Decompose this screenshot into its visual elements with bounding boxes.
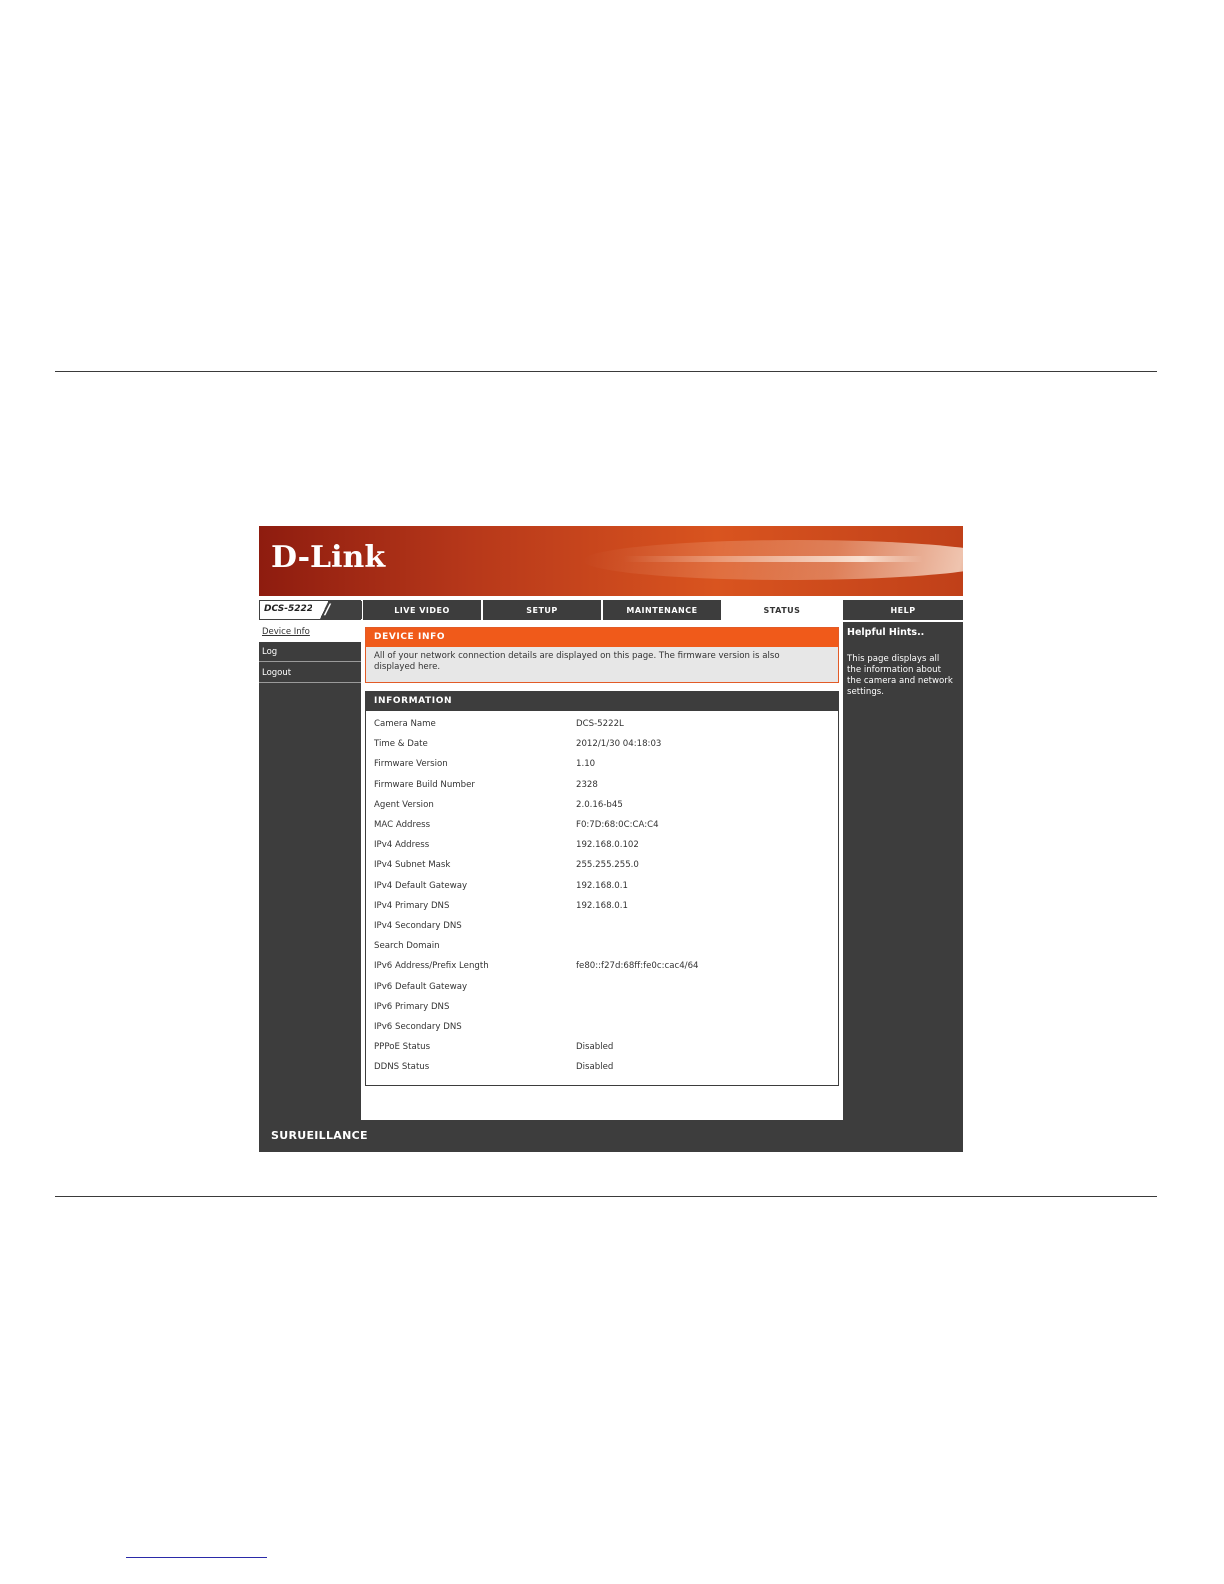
table-row: Firmware Build Number 2328 bbox=[366, 780, 838, 794]
sidebar-item-device-info[interactable]: Device Info bbox=[259, 622, 361, 642]
model-badge-slashes: // bbox=[312, 601, 362, 619]
table-row: Agent Version 2.0.16-b45 bbox=[366, 800, 838, 814]
table-row: DDNS Status Disabled bbox=[366, 1062, 838, 1076]
device-info-title: DEVICE INFO bbox=[366, 628, 838, 647]
info-label: IPv6 Default Gateway bbox=[374, 981, 468, 992]
table-row: Time & Date 2012/1/30 04:18:03 bbox=[366, 739, 838, 753]
tab-maintenance[interactable]: MAINTENANCE bbox=[603, 600, 721, 620]
info-value: 192.168.0.102 bbox=[576, 840, 639, 851]
info-label: Firmware Version bbox=[374, 759, 448, 770]
table-row: IPv4 Address 192.168.0.102 bbox=[366, 840, 838, 854]
header-banner: D-Link bbox=[259, 526, 963, 596]
dlink-logo: D-Link bbox=[271, 540, 386, 575]
main-content: DEVICE INFO All of your network connecti… bbox=[363, 622, 841, 1120]
info-value: Disabled bbox=[576, 1042, 614, 1053]
info-label: PPPoE Status bbox=[374, 1042, 431, 1053]
table-row: Search Domain bbox=[366, 941, 838, 955]
information-panel: INFORMATION Camera Name DCS-5222L Time & D… bbox=[365, 691, 839, 1086]
info-value: 2012/1/30 04:18:03 bbox=[576, 739, 662, 750]
model-badge: DCS-5222L // bbox=[259, 600, 362, 620]
tab-help[interactable]: HELP bbox=[843, 600, 963, 620]
table-row: Firmware Version 1.10 bbox=[366, 759, 838, 773]
info-label: IPv6 Primary DNS bbox=[374, 1001, 450, 1012]
info-value: fe80::f27d:68ff:fe0c:cac4/64 bbox=[576, 961, 699, 972]
table-row: IPv4 Primary DNS 192.168.0.1 bbox=[366, 901, 838, 915]
info-label: IPv6 Address/Prefix Length bbox=[374, 961, 489, 972]
info-label: IPv4 Subnet Mask bbox=[374, 860, 451, 871]
info-value: 2.0.16-b45 bbox=[576, 799, 623, 810]
device-info-panel: DEVICE INFO All of your network connecti… bbox=[365, 627, 839, 683]
info-label: IPv4 Default Gateway bbox=[374, 880, 468, 891]
camera-web-ui-screenshot: D-Link DCS-5222L // LIVE VIDEO SETUP MAI… bbox=[259, 526, 963, 1152]
sidebar-item-log[interactable]: Log bbox=[259, 642, 361, 662]
info-label: Agent Version bbox=[374, 799, 434, 810]
table-row: PPPoE Status Disabled bbox=[366, 1042, 838, 1056]
table-row: IPv6 Address/Prefix Length fe80::f27d:68f… bbox=[366, 961, 838, 975]
banner-swoosh-line bbox=[623, 556, 923, 562]
bottom-divider bbox=[55, 1196, 1157, 1197]
table-row: Camera Name DCS-5222L bbox=[366, 719, 838, 733]
table-row: IPv6 Default Gateway bbox=[366, 982, 838, 996]
tab-setup[interactable]: SETUP bbox=[483, 600, 601, 620]
footnote-link-underline bbox=[126, 1557, 267, 1558]
info-label: IPv4 Address bbox=[374, 840, 430, 851]
info-label: Search Domain bbox=[374, 941, 440, 952]
info-label: Firmware Build Number bbox=[374, 779, 475, 790]
sidebar-item-logout[interactable]: Logout bbox=[259, 663, 361, 683]
info-value: 1.10 bbox=[576, 759, 596, 770]
info-value: DCS-5222L bbox=[576, 719, 624, 729]
surveillance-logo: SURUEILLANCE bbox=[271, 1129, 368, 1142]
info-label: IPv4 Secondary DNS bbox=[374, 921, 462, 931]
help-body: Helpful Hints.. This page displays all t… bbox=[843, 622, 963, 1120]
information-title: INFORMATION bbox=[366, 692, 838, 711]
info-value: 255.255.255.0 bbox=[576, 860, 639, 871]
info-label: DDNS Status bbox=[374, 1062, 430, 1073]
table-row: IPv6 Primary DNS bbox=[366, 1002, 838, 1016]
info-label: IPv4 Primary DNS bbox=[374, 900, 450, 911]
info-label: IPv6 Secondary DNS bbox=[374, 1022, 462, 1032]
help-text: This page displays all the information a… bbox=[847, 654, 953, 697]
top-divider bbox=[55, 371, 1157, 372]
info-label: Time & Date bbox=[374, 739, 428, 750]
info-value: 2328 bbox=[576, 779, 598, 790]
info-label: MAC Address bbox=[374, 820, 431, 830]
sidebar: Device Info Log Logout bbox=[259, 622, 361, 1120]
slash-glyphs: // bbox=[320, 602, 331, 618]
info-value: Disabled bbox=[576, 1062, 614, 1073]
info-value: 192.168.0.1 bbox=[576, 900, 628, 911]
tab-live-video[interactable]: LIVE VIDEO bbox=[363, 600, 481, 620]
table-row: IPv4 Default Gateway 192.168.0.1 bbox=[366, 881, 838, 895]
table-row: MAC Address F0:7D:68:0C:CA:C4 bbox=[366, 820, 838, 834]
model-name: DCS-5222L bbox=[264, 604, 319, 614]
info-value: 192.168.0.1 bbox=[576, 880, 628, 891]
info-value: F0:7D:68:0C:CA:C4 bbox=[576, 820, 659, 830]
help-title: Helpful Hints.. bbox=[847, 627, 925, 638]
table-row: IPv4 Secondary DNS bbox=[366, 921, 838, 935]
info-label: Camera Name bbox=[374, 719, 436, 729]
footer-bar: SURUEILLANCE bbox=[259, 1120, 963, 1152]
help-panel: HELP Helpful Hints.. This page displays … bbox=[843, 600, 963, 1120]
tab-status[interactable]: STATUS bbox=[723, 600, 841, 620]
table-row: IPv6 Secondary DNS bbox=[366, 1022, 838, 1036]
table-row: IPv4 Subnet Mask 255.255.255.0 bbox=[366, 860, 838, 874]
device-info-description: All of your network connection details a… bbox=[374, 651, 780, 672]
